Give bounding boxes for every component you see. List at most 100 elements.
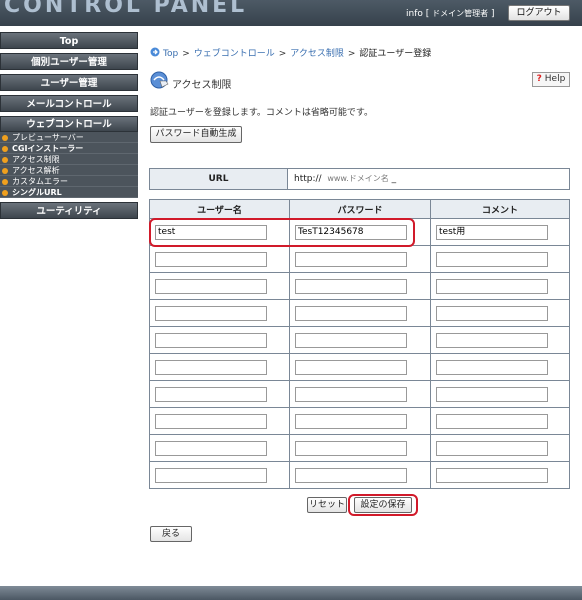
column-header-username: ユーザー名	[149, 199, 290, 219]
password-input[interactable]	[295, 305, 407, 321]
password-input[interactable]: TesT12345678	[295, 224, 407, 240]
table-cell	[289, 434, 431, 462]
table-cell	[289, 380, 431, 408]
table-cell: test	[149, 218, 290, 246]
breadcrumb-separator: >	[182, 49, 190, 59]
comment-input[interactable]	[436, 332, 548, 348]
table-cell	[289, 326, 431, 354]
help-button[interactable]: ? Help	[532, 72, 570, 87]
comment-input[interactable]	[436, 467, 548, 483]
comment-input[interactable]	[436, 440, 548, 456]
reset-button[interactable]: リセット	[307, 497, 347, 513]
sidebar-subitem-label: シングルURL	[12, 188, 62, 197]
table-cell: TesT12345678	[289, 218, 431, 246]
comment-input[interactable]	[436, 278, 548, 294]
bullet-icon	[2, 179, 8, 185]
url-suffix: _	[391, 174, 397, 184]
sidebar-subitem-label: CGIインストーラー	[12, 144, 84, 153]
sidebar-subitem-label: プレビューサーバー	[12, 133, 84, 142]
sidebar-subitem-single-url[interactable]: シングルURL	[0, 187, 138, 198]
username-input[interactable]	[155, 467, 267, 483]
sidebar-subitem-cgi-installer[interactable]: CGIインストーラー	[0, 143, 138, 154]
page-description: 認証ユーザーを登録します。コメントは省略可能です。	[150, 108, 374, 118]
table-cell	[289, 299, 431, 327]
sidebar-subitem-preview-server[interactable]: プレビューサーバー	[0, 132, 138, 143]
username-input[interactable]	[155, 332, 267, 348]
table-cell	[430, 326, 570, 354]
table-row	[149, 434, 570, 462]
password-input[interactable]	[295, 278, 407, 294]
username-input[interactable]	[155, 386, 267, 402]
table-cell	[149, 272, 290, 300]
comment-input[interactable]	[436, 251, 548, 267]
url-domain: www.ドメイン名	[327, 174, 389, 183]
table-cell	[149, 380, 290, 408]
sidebar-item-mail-control[interactable]: メールコントロール	[0, 95, 138, 112]
bullet-icon	[2, 135, 8, 141]
breadcrumb-link-top[interactable]: Top	[163, 49, 178, 59]
password-input[interactable]	[295, 440, 407, 456]
comment-input[interactable]	[436, 386, 548, 402]
password-input[interactable]	[295, 386, 407, 402]
table-cell	[430, 407, 570, 435]
password-input[interactable]	[295, 251, 407, 267]
table-cell	[430, 380, 570, 408]
table-row	[149, 461, 570, 489]
comment-input[interactable]	[436, 359, 548, 375]
sidebar-subitem-custom-error[interactable]: カスタムエラー	[0, 176, 138, 187]
username-input[interactable]	[155, 305, 267, 321]
table-cell	[430, 299, 570, 327]
comment-input[interactable]	[436, 305, 548, 321]
auth-user-table: ユーザー名 パスワード コメント test TesT12345678 test用	[149, 199, 570, 489]
table-row	[149, 326, 570, 354]
username-input[interactable]: test	[155, 224, 267, 240]
password-input[interactable]	[295, 413, 407, 429]
column-header-comment: コメント	[430, 199, 570, 219]
footer-bar	[0, 586, 582, 600]
table-cell	[430, 434, 570, 462]
bullet-icon	[2, 168, 8, 174]
sidebar-item-utility[interactable]: ユーティリティ	[0, 202, 138, 219]
username-input[interactable]	[155, 359, 267, 375]
sidebar-item-user-management[interactable]: ユーザー管理	[0, 74, 138, 91]
table-cell	[430, 353, 570, 381]
breadcrumb-current: 認証ユーザー登録	[359, 49, 432, 59]
logout-button[interactable]: ログアウト	[508, 5, 570, 21]
table-row	[149, 407, 570, 435]
comment-input[interactable]: test用	[436, 224, 548, 240]
logo: CONTROL PANEL	[4, 0, 248, 18]
table-cell	[430, 272, 570, 300]
back-button[interactable]: 戻る	[150, 526, 192, 542]
bullet-icon	[2, 157, 8, 163]
table-row	[149, 299, 570, 327]
user-info: info [ ドメイン管理者 ]	[406, 9, 495, 19]
username-input[interactable]	[155, 278, 267, 294]
username-input[interactable]	[155, 251, 267, 267]
sidebar-item-individual-users[interactable]: 個別ユーザー管理	[0, 53, 138, 70]
sidebar-subitem-label: アクセス解析	[12, 166, 60, 175]
breadcrumb-link-access-restriction[interactable]: アクセス制限	[290, 49, 344, 59]
generate-password-button[interactable]: パスワード自動生成	[150, 126, 242, 143]
table-cell: test用	[430, 218, 570, 246]
table-body: test TesT12345678 test用	[149, 218, 570, 489]
sidebar-subitem-access-analysis[interactable]: アクセス解析	[0, 165, 138, 176]
sidebar-subitem-access-restriction[interactable]: アクセス制限	[0, 154, 138, 165]
password-input[interactable]	[295, 467, 407, 483]
question-icon: ?	[536, 74, 542, 84]
username-input[interactable]	[155, 440, 267, 456]
table-cell	[430, 245, 570, 273]
user-role: ドメイン管理者	[432, 9, 489, 18]
username-input[interactable]	[155, 413, 267, 429]
table-row	[149, 272, 570, 300]
save-settings-button[interactable]: 設定の保存	[354, 497, 412, 513]
comment-input[interactable]	[436, 413, 548, 429]
table-header-row: ユーザー名 パスワード コメント	[149, 199, 570, 219]
table-cell	[149, 353, 290, 381]
sidebar-item-top[interactable]: Top	[0, 32, 138, 49]
password-input[interactable]	[295, 359, 407, 375]
table-cell	[289, 461, 431, 489]
table-cell	[289, 272, 431, 300]
password-input[interactable]	[295, 332, 407, 348]
sidebar-item-web-control[interactable]: ウェブコントロール	[0, 116, 138, 132]
breadcrumb-link-web-control[interactable]: ウェブコントロール	[194, 49, 275, 59]
